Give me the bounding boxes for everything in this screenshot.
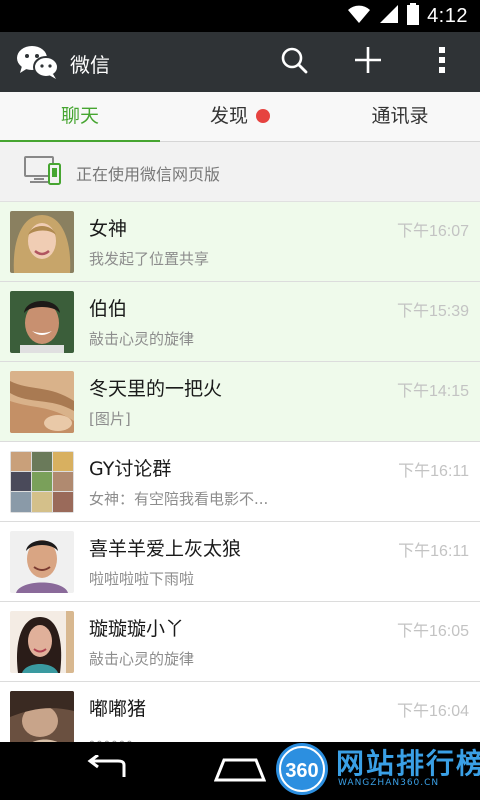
chat-name: 冬天里的一把火 [89,378,223,400]
app-title: 微信 [70,53,110,77]
chat-preview: 女神：有空陪我看电影不... [89,490,269,508]
avatar [10,371,74,433]
chat-item[interactable]: 伯伯 下午15:39 敲击心灵的旋律 [0,282,480,362]
web-login-banner-text: 正在使用微信网页版 [76,165,221,184]
chat-time: 下午16:04 [396,703,469,720]
chat-time: 下午16:05 [396,623,469,640]
chat-item[interactable]: 璇璇璇小丫 下午16:05 敲击心灵的旋律 [0,602,480,682]
avatar [10,611,74,673]
desktop-phone-icon [24,156,62,190]
chat-name: 喜羊羊爱上灰太狼 [89,538,242,560]
add-button[interactable] [348,44,388,80]
chat-preview: [图片] [89,410,131,428]
chat-item[interactable]: 冬天里的一把火 下午14:15 [图片] [0,362,480,442]
back-button[interactable] [80,753,136,788]
wechat-logo-icon [16,44,60,80]
tab-chats[interactable]: 聊天 [0,92,160,143]
system-nav-bar [0,742,480,800]
chat-preview: 啦啦啦啦下雨啦 [89,570,195,588]
action-bar: 微信 [0,32,480,92]
search-icon [280,46,308,78]
chat-time: 下午15:39 [396,303,469,320]
chat-item[interactable]: GY讨论群 下午16:11 女神：有空陪我看电影不... [0,442,480,522]
battery-icon [407,3,420,29]
chat-name: 女神 [89,218,128,240]
more-vertical-icon [438,46,446,78]
tab-discover[interactable]: 发现 [160,92,320,142]
chat-time: 下午14:15 [396,383,469,400]
new-badge-dot [256,109,270,123]
chat-name: 璇璇璇小丫 [89,618,185,640]
wifi-icon [347,4,371,28]
signal-icon [379,4,399,28]
web-login-banner[interactable]: 正在使用微信网页版 [0,142,480,202]
chat-list: 女神 下午16:07 我发起了位置共享 伯伯 下午15:39 敲击心灵的旋律 冬… [0,202,480,762]
avatar [10,291,74,353]
chat-name: GY讨论群 [89,458,172,480]
tab-contacts[interactable]: 通讯录 [320,92,480,142]
tab-chats-label: 聊天 [60,105,99,127]
chat-item[interactable]: 喜羊羊爱上灰太狼 下午16:11 啦啦啦啦下雨啦 [0,522,480,602]
home-icon [213,756,267,786]
chat-preview: 我发起了位置共享 [89,250,210,268]
home-button[interactable] [212,754,268,788]
plus-icon [353,45,383,79]
group-avatar [10,451,74,513]
avatar [10,531,74,593]
chat-name: 伯伯 [89,298,128,320]
avatar [10,211,74,273]
chat-time: 下午16:11 [398,463,469,480]
tab-contacts-label: 通讯录 [371,105,429,127]
chat-preview: 敲击心灵的旋律 [89,330,195,348]
overflow-menu-button[interactable] [422,44,462,80]
chat-name: 嘟嘟猪 [89,698,147,720]
chat-time: 下午16:07 [396,223,469,240]
chat-preview: 敲击心灵的旋律 [89,650,195,668]
search-button[interactable] [274,44,314,80]
status-time: 4:12 [427,4,468,27]
tab-discover-label: 发现 [209,105,248,127]
tab-bar: 聊天 发现 通讯录 [0,92,480,143]
status-bar: 4:12 [0,0,480,32]
chat-item[interactable]: 女神 下午16:07 我发起了位置共享 [0,202,480,282]
chat-time: 下午16:11 [398,543,469,560]
back-arrow-icon [84,753,132,787]
